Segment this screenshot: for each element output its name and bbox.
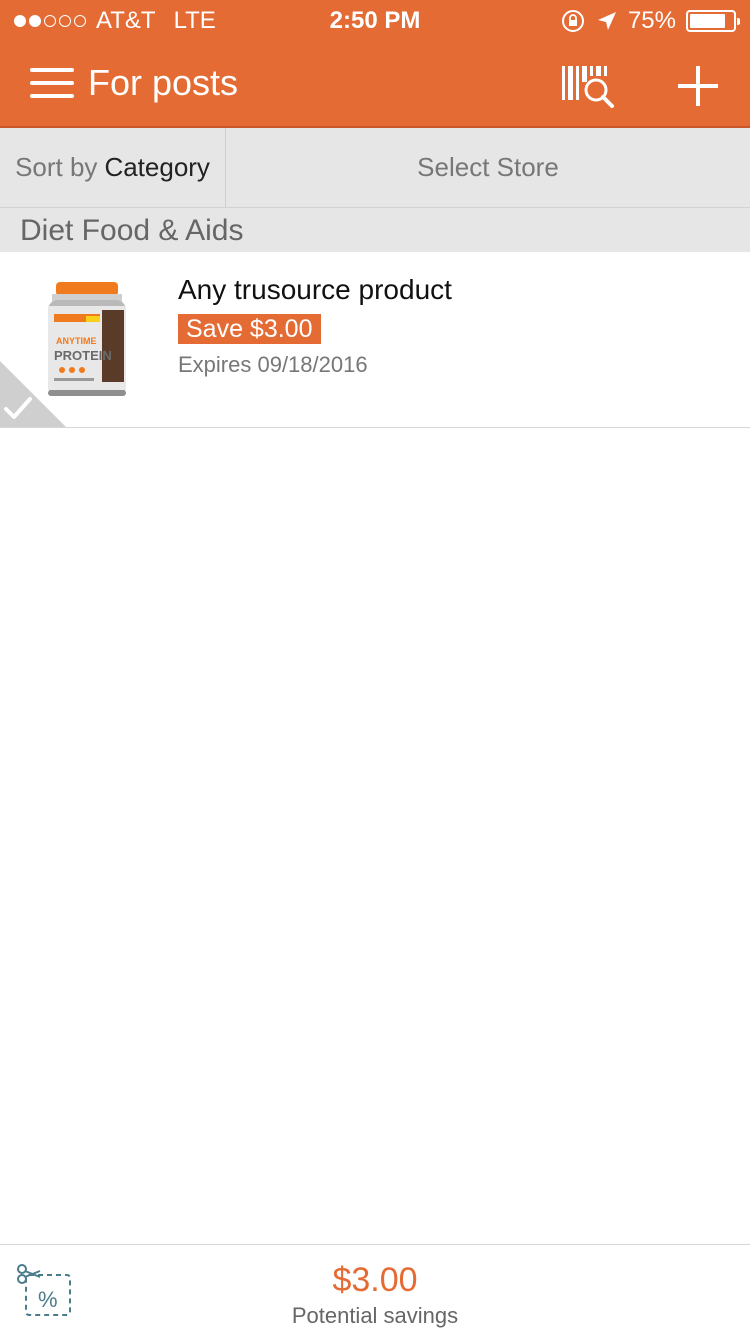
page-title: For posts: [88, 62, 239, 103]
status-bar: AT&T LTE 2:50 PM 75%: [0, 0, 750, 40]
potential-savings-label: Potential savings: [291, 1303, 459, 1328]
sort-by-button[interactable]: Sort by Category: [0, 128, 226, 207]
coupon-item[interactable]: ANYTIME PROTEIN Any trusource product Sa…: [0, 252, 750, 428]
battery-icon: [686, 10, 740, 32]
select-store-button[interactable]: Select Store: [226, 128, 750, 207]
sort-label: Sort by: [15, 152, 98, 182]
plus-icon[interactable]: [676, 64, 720, 108]
sort-value: Category: [104, 152, 210, 182]
category-header: Diet Food & Aids: [0, 208, 750, 252]
app-header: AT&T LTE 2:50 PM 75% For posts: [0, 0, 750, 128]
coupon-title: Any trusource product: [178, 274, 452, 305]
battery-percent: 75%: [627, 7, 676, 34]
rotation-lock-icon: [561, 10, 584, 32]
potential-savings-amount: $3.00: [332, 1261, 418, 1299]
coupon-expiry: Expires 09/18/2016: [178, 352, 368, 377]
filter-bar: Sort by Category Select Store: [0, 128, 750, 208]
clip-checkmark-icon[interactable]: [0, 361, 66, 427]
status-right: 75%: [560, 7, 740, 35]
product-label-brand: ANYTIME: [56, 336, 97, 346]
barcode-search-icon[interactable]: [560, 64, 616, 108]
savings-bar: % $3.00 Potential savings: [0, 1244, 750, 1334]
location-arrow-icon: [597, 12, 616, 30]
save-badge: Save $3.00: [178, 314, 321, 344]
nav-bar: For posts: [0, 40, 750, 128]
hamburger-menu-icon[interactable]: [30, 68, 76, 100]
category-name: Diet Food & Aids: [20, 214, 244, 247]
